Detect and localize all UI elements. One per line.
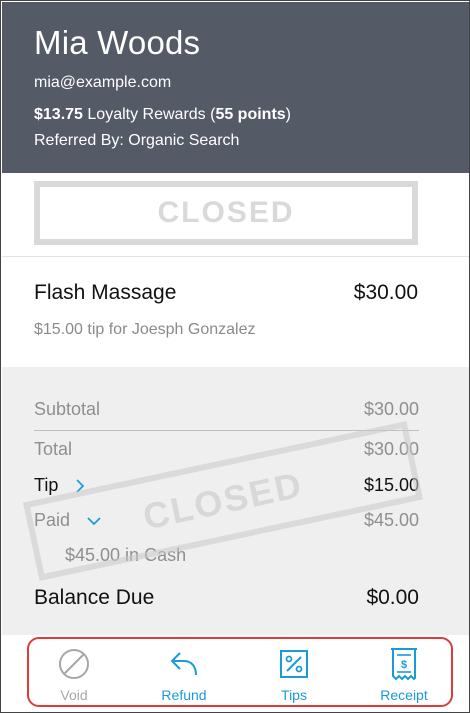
percent-icon bbox=[276, 647, 312, 681]
tips-label: Tips bbox=[281, 687, 307, 703]
refund-label: Refund bbox=[161, 687, 207, 703]
balance-due-label: Balance Due bbox=[34, 586, 155, 609]
service-price: $30.00 bbox=[353, 281, 418, 304]
closed-status-banner: CLOSED bbox=[34, 181, 418, 245]
tip-toggle[interactable]: Tip bbox=[34, 475, 85, 496]
total-value: $30.00 bbox=[363, 439, 419, 459]
total-label: Total bbox=[34, 439, 73, 459]
balance-due-value: $0.00 bbox=[366, 586, 419, 609]
ticket-detail-panel: Mia Woods mia@example.com $13.75 Loyalty… bbox=[0, 0, 470, 713]
action-bar: Void Refund Tips $ Receipt bbox=[27, 637, 453, 707]
paid-row[interactable]: Paid $45.00 bbox=[34, 510, 419, 531]
service-tip-note: $15.00 tip for Joesph Gonzalez bbox=[34, 321, 256, 338]
loyalty-close: ) bbox=[285, 106, 291, 123]
subtotal-value: $30.00 bbox=[363, 399, 419, 419]
refund-button[interactable]: Refund bbox=[149, 639, 219, 705]
svg-text:$: $ bbox=[401, 659, 407, 671]
subtotal-row: Subtotal $30.00 bbox=[34, 399, 419, 420]
balance-due-row: Balance Due $0.00 bbox=[34, 586, 419, 610]
receipt-dollar-icon: $ bbox=[386, 647, 422, 681]
service-line-item[interactable]: Flash Massage $30.00 $15.00 tip for Joes… bbox=[2, 257, 469, 367]
payment-cash-line: $45.00 in Cash bbox=[65, 545, 187, 565]
paid-toggle[interactable]: Paid bbox=[34, 510, 101, 531]
total-row: Total $30.00 bbox=[34, 439, 419, 460]
tip-value: $15.00 bbox=[363, 475, 419, 495]
loyalty-text: Loyalty Rewards ( bbox=[87, 106, 216, 123]
void-button[interactable]: Void bbox=[39, 639, 109, 705]
receipt-label: Receipt bbox=[380, 687, 428, 703]
referral-source: Referred By: Organic Search bbox=[34, 132, 240, 149]
loyalty-amount: $13.75 bbox=[34, 106, 83, 123]
tips-button[interactable]: Tips bbox=[259, 639, 329, 705]
tip-row[interactable]: Tip $15.00 bbox=[34, 475, 419, 496]
void-circle-icon bbox=[56, 647, 92, 681]
paid-label: Paid bbox=[34, 510, 71, 530]
service-name: Flash Massage bbox=[34, 281, 177, 304]
customer-name: Mia Woods bbox=[34, 24, 201, 61]
customer-header: Mia Woods mia@example.com $13.75 Loyalty… bbox=[2, 2, 469, 173]
subtotal-label: Subtotal bbox=[34, 399, 101, 419]
loyalty-rewards: $13.75 Loyalty Rewards (55 points) bbox=[34, 106, 291, 124]
loyalty-points: 55 points bbox=[215, 106, 286, 123]
receipt-button[interactable]: $ Receipt bbox=[369, 639, 439, 705]
customer-email: mia@example.com bbox=[34, 74, 172, 91]
summary-divider bbox=[34, 430, 419, 431]
closed-status-label: CLOSED bbox=[157, 196, 295, 229]
paid-value: $45.00 bbox=[363, 510, 419, 530]
chevron-right-icon bbox=[76, 479, 85, 493]
undo-arrow-icon bbox=[166, 647, 202, 681]
chevron-down-icon bbox=[87, 517, 101, 526]
payment-summary: Subtotal $30.00 Total $30.00 Tip $15.00 … bbox=[2, 367, 469, 635]
tip-label: Tip bbox=[34, 475, 59, 495]
void-label: Void bbox=[60, 687, 88, 703]
